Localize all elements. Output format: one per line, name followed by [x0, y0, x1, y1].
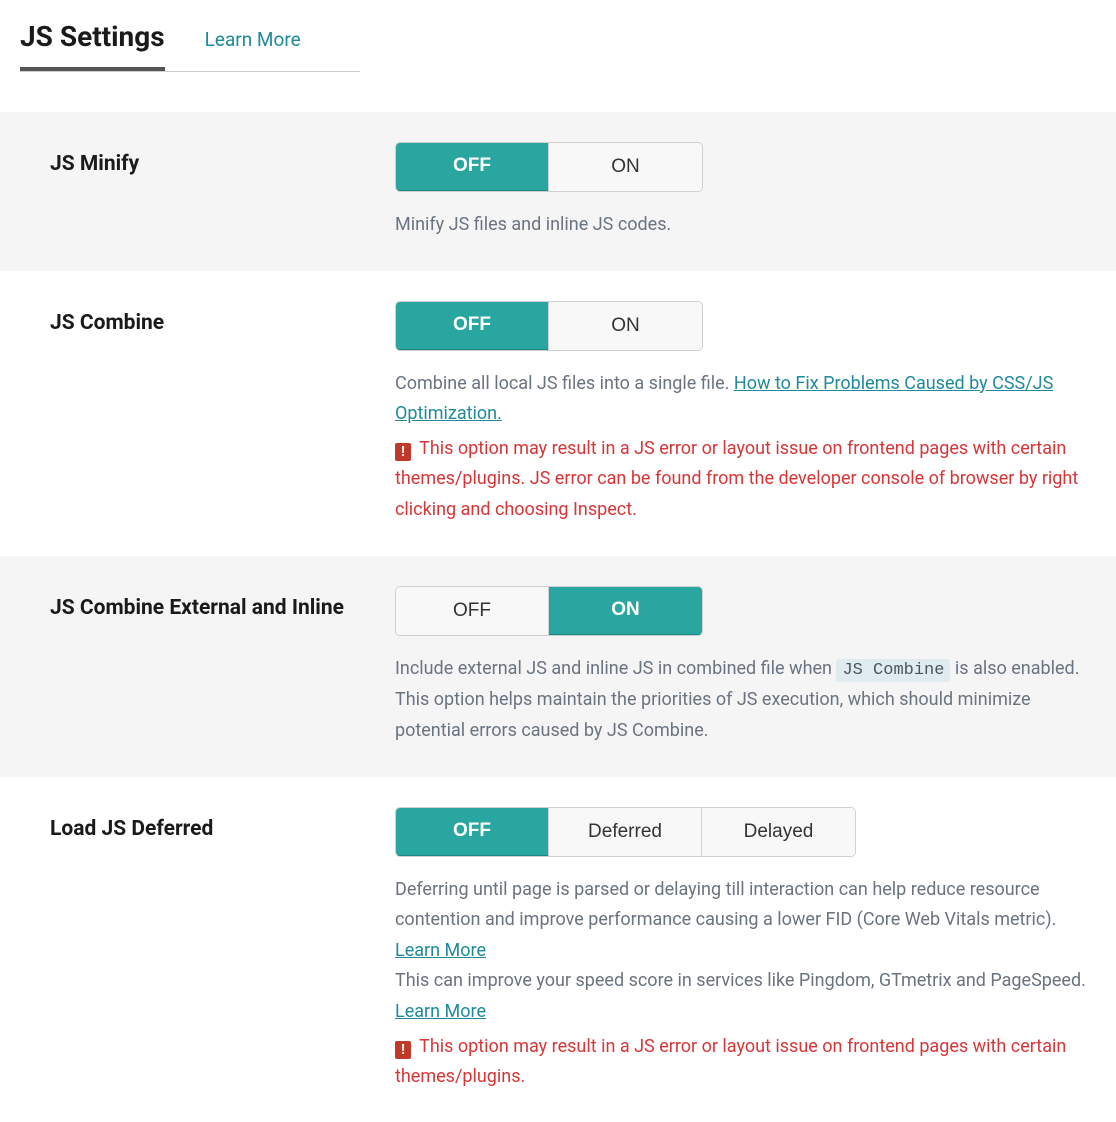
warning-js-deferred-text: This option may result in a JS error or …: [395, 1036, 1066, 1088]
desc-js-combine-ext-pre: Include external JS and inline JS in com…: [395, 658, 836, 679]
warning-js-combine: ! This option may result in a JS error o…: [395, 434, 1086, 526]
toggle-js-deferred: OFF Deferred Delayed: [395, 807, 856, 857]
toggle-js-deferred-delayed[interactable]: Delayed: [702, 808, 855, 856]
toggle-js-combine-ext-on[interactable]: ON: [549, 586, 702, 636]
warning-js-deferred: ! This option may result in a JS error o…: [395, 1032, 1086, 1093]
toggle-js-combine-ext: OFF ON: [395, 586, 703, 636]
tab-learn-more[interactable]: Learn More: [205, 28, 301, 65]
toggle-js-combine-on[interactable]: ON: [549, 302, 702, 350]
desc-js-deferred-1: Deferring until page is parsed or delayi…: [395, 875, 1086, 967]
tabs-underline: [20, 71, 360, 72]
setting-body-js-deferred: OFF Deferred Delayed Deferring until pag…: [395, 807, 1086, 1093]
warning-icon: !: [395, 1041, 411, 1059]
warning-icon: !: [395, 443, 411, 461]
desc-js-combine-ext: Include external JS and inline JS in com…: [395, 654, 1086, 747]
toggle-js-combine-off[interactable]: OFF: [396, 301, 549, 351]
desc-js-deferred-1-text: Deferring until page is parsed or delayi…: [395, 879, 1056, 931]
toggle-js-deferred-off[interactable]: OFF: [396, 807, 549, 857]
desc-js-minify: Minify JS files and inline JS codes.: [395, 210, 1086, 241]
setting-js-combine-ext: JS Combine External and Inline OFF ON In…: [0, 556, 1116, 777]
warning-js-combine-text: This option may result in a JS error or …: [395, 438, 1078, 520]
tabs-nav: JS Settings Learn More: [0, 0, 1116, 71]
setting-label-js-combine: JS Combine: [50, 301, 395, 335]
setting-body-js-combine-ext: OFF ON Include external JS and inline JS…: [395, 586, 1086, 747]
code-js-combine: JS Combine: [836, 659, 950, 682]
setting-body-js-combine: OFF ON Combine all local JS files into a…: [395, 301, 1086, 526]
link-learn-more-1[interactable]: Learn More: [395, 940, 486, 961]
setting-js-minify: JS Minify OFF ON Minify JS files and inl…: [0, 112, 1116, 271]
desc-js-combine: Combine all local JS files into a single…: [395, 369, 1086, 430]
setting-js-deferred: Load JS Deferred OFF Deferred Delayed De…: [0, 777, 1116, 1122]
toggle-js-deferred-deferred[interactable]: Deferred: [549, 808, 702, 856]
setting-js-combine: JS Combine OFF ON Combine all local JS f…: [0, 271, 1116, 556]
toggle-js-minify-off[interactable]: OFF: [396, 142, 549, 192]
tab-js-settings[interactable]: JS Settings: [20, 20, 165, 71]
desc-js-deferred-2: This can improve your speed score in ser…: [395, 966, 1086, 1027]
setting-label-js-combine-ext: JS Combine External and Inline: [50, 586, 395, 620]
desc-js-combine-text: Combine all local JS files into a single…: [395, 373, 734, 394]
desc-js-deferred-2-text: This can improve your speed score in ser…: [395, 970, 1086, 991]
toggle-js-combine-ext-off[interactable]: OFF: [396, 587, 549, 635]
link-learn-more-2[interactable]: Learn More: [395, 1001, 486, 1022]
setting-body-js-minify: OFF ON Minify JS files and inline JS cod…: [395, 142, 1086, 241]
toggle-js-minify: OFF ON: [395, 142, 703, 192]
toggle-js-combine: OFF ON: [395, 301, 703, 351]
setting-label-js-deferred: Load JS Deferred: [50, 807, 395, 841]
settings-list: JS Minify OFF ON Minify JS files and inl…: [0, 112, 1116, 1122]
setting-label-js-minify: JS Minify: [50, 142, 395, 176]
toggle-js-minify-on[interactable]: ON: [549, 143, 702, 191]
